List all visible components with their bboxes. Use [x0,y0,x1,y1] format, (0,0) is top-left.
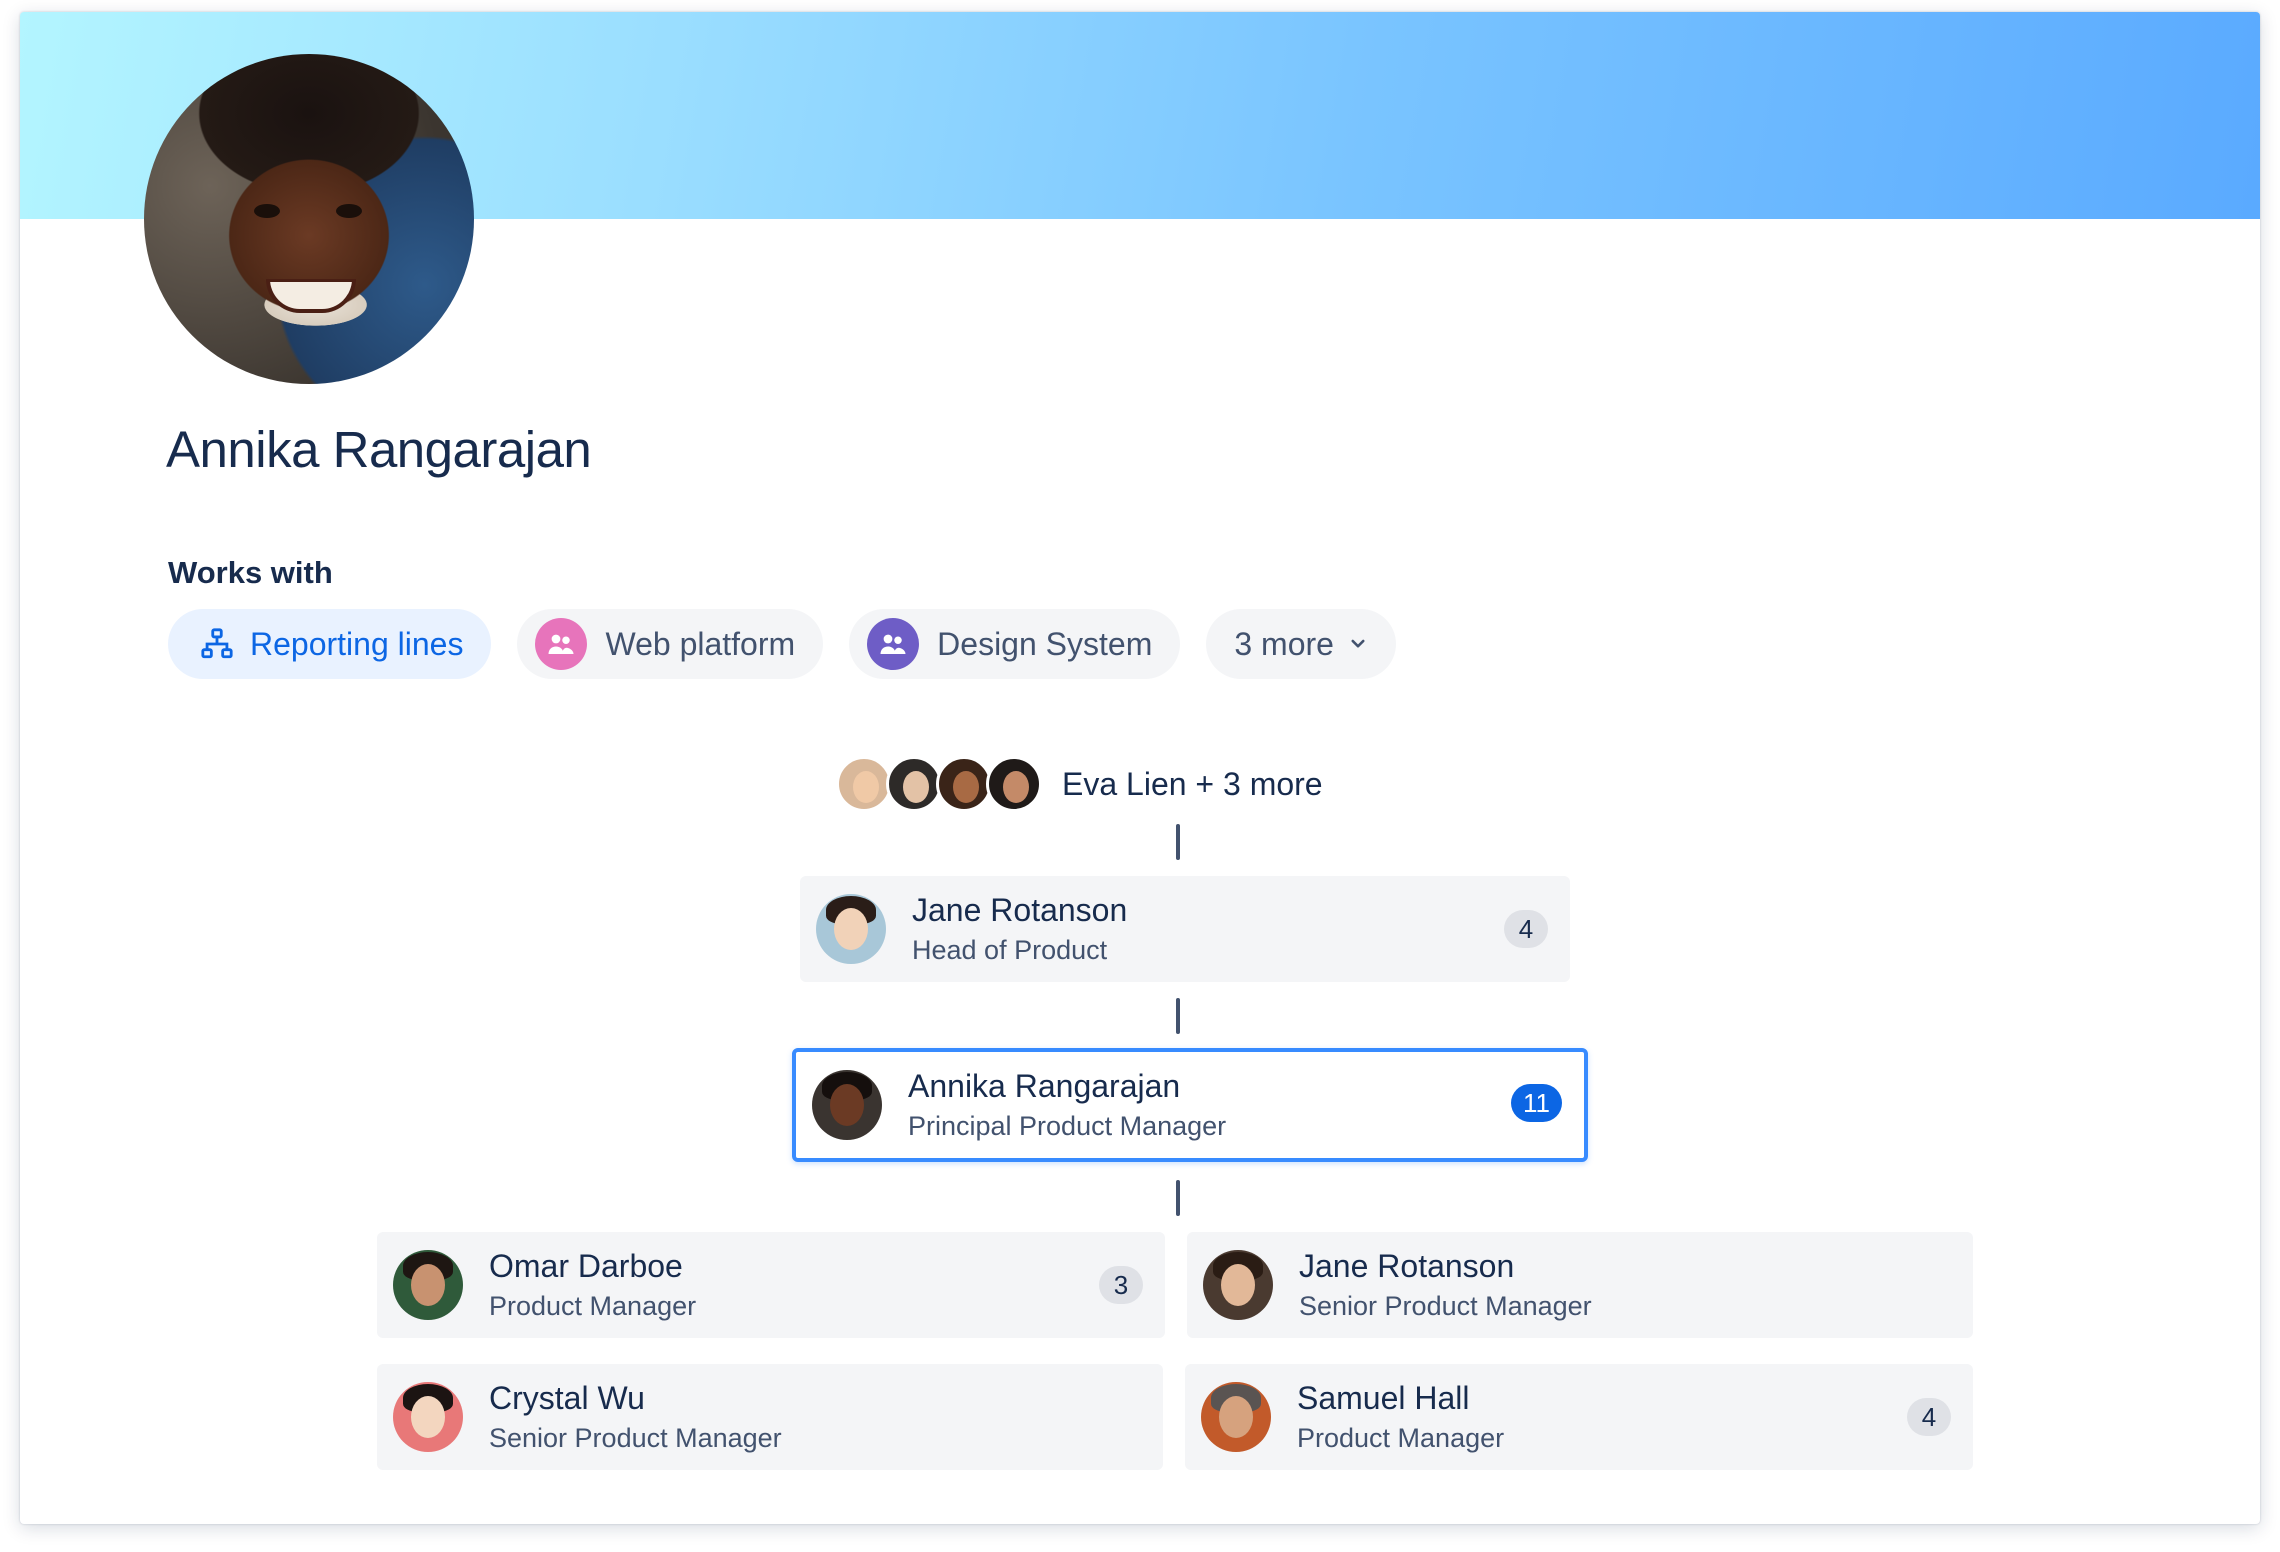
chevron-down-icon [1348,634,1368,654]
person-name: Jane Rotanson [912,892,1128,928]
avatar [1203,1250,1273,1320]
reports-count-badge: 11 [1511,1084,1562,1122]
person-name: Omar Darboe [489,1248,683,1284]
person-name: Crystal Wu [489,1380,645,1416]
avatar [812,1070,882,1140]
avatar [936,756,992,812]
manager-card[interactable]: Jane Rotanson Head of Product 4 [800,876,1570,982]
avatar [1201,1382,1271,1452]
person-role: Product Manager [1297,1423,1505,1453]
reports-count-badge: 4 [1504,910,1548,948]
profile-avatar [144,54,474,384]
person-name: Samuel Hall [1297,1380,1470,1416]
reports-count-badge: 4 [1907,1398,1951,1436]
current-person-card[interactable]: Annika Rangarajan Principal Product Mana… [792,1048,1588,1162]
person-role: Senior Product Manager [1299,1291,1592,1321]
avatar [393,1250,463,1320]
managers-group[interactable]: Eva Lien + 3 more [836,756,1323,812]
avatar [836,756,892,812]
chip-more[interactable]: 3 more [1206,609,1396,679]
avatar [816,894,886,964]
report-card[interactable]: Crystal Wu Senior Product Manager [377,1364,1163,1470]
team-icon [867,618,920,670]
profile-name: Annika Rangarajan [166,421,592,478]
reports-count-badge: 3 [1099,1266,1143,1304]
managers-label: Eva Lien + 3 more [1062,765,1323,802]
person-role: Senior Product Manager [489,1423,782,1453]
profile-card: Annika Rangarajan Works with Reporting l… [20,12,2260,1524]
avatar [886,756,942,812]
connector-line [1176,998,1180,1034]
chip-web-platform[interactable]: Web platform [517,609,824,679]
avatar [393,1382,463,1452]
connector-line [1176,824,1180,860]
report-card[interactable]: Samuel Hall Product Manager 4 [1185,1364,1973,1470]
connector-line [1176,1180,1180,1216]
report-card[interactable]: Omar Darboe Product Manager 3 [377,1232,1165,1338]
chip-label: Design System [937,625,1153,662]
chip-reporting-lines[interactable]: Reporting lines [168,609,492,679]
person-role: Product Manager [489,1291,697,1321]
works-with-heading: Works with [168,555,333,590]
person-name: Annika Rangarajan [908,1068,1181,1104]
org-chart-icon [198,625,236,663]
works-with-chips: Reporting lines Web platform Design Syst… [168,609,1396,679]
team-icon [535,618,588,670]
person-role: Head of Product [912,935,1108,965]
report-card[interactable]: Jane Rotanson Senior Product Manager [1187,1232,1973,1338]
chip-label: 3 more [1234,625,1334,662]
chip-label: Reporting lines [250,625,464,662]
avatar [986,756,1042,812]
person-role: Principal Product Manager [908,1111,1227,1141]
chip-design-system[interactable]: Design System [849,609,1181,679]
person-name: Jane Rotanson [1299,1248,1515,1284]
chip-label: Web platform [605,625,796,662]
